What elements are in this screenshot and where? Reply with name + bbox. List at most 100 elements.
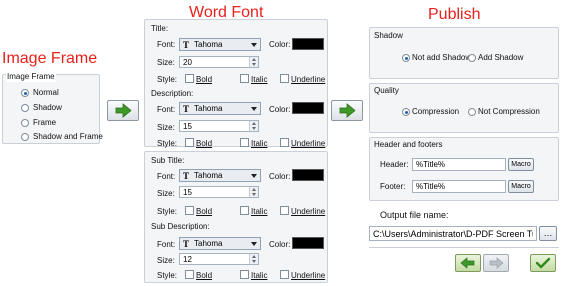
title-underline-checkbox[interactable] [280, 74, 289, 83]
footer-macro-button[interactable]: Macro [508, 180, 534, 193]
subtitle-underline-checkbox[interactable] [280, 206, 289, 215]
title-color-swatch[interactable] [292, 38, 324, 50]
title-size-stepper[interactable]: 20 [179, 56, 259, 68]
description-bold-checkbox[interactable] [185, 138, 194, 147]
spin-buttons[interactable] [249, 254, 258, 264]
green-left-arrow-icon [460, 257, 475, 269]
radio-shadow-and-frame[interactable] [21, 133, 29, 141]
spin-down-icon [252, 193, 256, 196]
footer-input[interactable]: %Title% [412, 180, 506, 193]
subdescription-style-label: Style: [157, 271, 178, 280]
chevron-down-icon [251, 43, 257, 47]
description-size-stepper[interactable]: 15 [179, 120, 259, 132]
radio-add-shadow[interactable] [468, 54, 476, 62]
truetype-icon: T [183, 40, 190, 50]
title-section-label: Title: [151, 24, 169, 33]
title-size-value: 20 [183, 58, 192, 67]
description-font-select[interactable]: T Tahoma [179, 102, 261, 115]
subtitle-color-label: Color: [269, 172, 291, 181]
subdescription-underline-checkbox[interactable] [280, 270, 289, 279]
spin-buttons[interactable] [249, 121, 258, 131]
description-style-label: Style: [157, 139, 178, 148]
description-color-label: Color: [269, 105, 291, 114]
radio-shadow[interactable] [21, 104, 29, 112]
spin-down-icon [252, 63, 256, 66]
forward-button-disabled[interactable] [483, 254, 509, 272]
subdescription-color-swatch[interactable] [292, 237, 324, 249]
option-normal-label: Normal [33, 88, 59, 97]
spin-buttons[interactable] [249, 57, 258, 67]
back-button[interactable] [455, 254, 481, 272]
image-frame-panel: Image Frame Normal Shadow Frame Shadow a… [2, 72, 103, 144]
description-color-swatch[interactable] [292, 102, 324, 114]
next-arrow-button[interactable] [107, 100, 139, 121]
finish-button[interactable] [530, 254, 556, 272]
radio-not-add-shadow[interactable] [402, 54, 410, 62]
subdescription-size-label: Size: [157, 256, 175, 265]
image-frame-heading: Image Frame [2, 50, 98, 67]
shadow-panel: Shadow Not add Shadow Add Shadow [369, 27, 559, 79]
description-italic-label: Italic [251, 139, 268, 148]
description-italic-checkbox[interactable] [240, 138, 249, 147]
subtitle-bold-label: Bold [196, 207, 213, 216]
radio-frame[interactable] [21, 119, 29, 127]
description-font-label: Font: [157, 105, 176, 114]
subtitle-italic-checkbox[interactable] [240, 206, 249, 215]
description-section-label: Description: [151, 89, 194, 98]
subtitle-font-value: Tahoma [194, 171, 223, 180]
green-right-arrow-icon [115, 103, 132, 118]
description-font-value: Tahoma [194, 104, 223, 113]
subdescription-italic-checkbox[interactable] [240, 270, 249, 279]
title-bold-checkbox[interactable] [185, 74, 194, 83]
subdescription-font-select[interactable]: T Tahoma [179, 237, 261, 250]
subdescription-section-label: Sub Description: [151, 222, 210, 231]
not-compression-label: Not Compression [478, 107, 540, 116]
title-italic-checkbox[interactable] [240, 74, 249, 83]
truetype-icon: T [183, 239, 190, 249]
bottom-divider [369, 247, 559, 248]
spin-up-icon [252, 122, 256, 125]
browse-button[interactable]: … [539, 226, 557, 241]
description-underline-checkbox[interactable] [280, 138, 289, 147]
subdescription-bold-checkbox[interactable] [185, 270, 194, 279]
subdescription-size-stepper[interactable]: 12 [179, 253, 259, 265]
spin-buttons[interactable] [249, 187, 258, 197]
radio-normal[interactable] [21, 89, 29, 97]
radio-compression[interactable] [402, 108, 410, 116]
header-macro-button[interactable]: Macro [508, 158, 534, 171]
subdescription-bold-label: Bold [196, 271, 213, 280]
output-file-input[interactable]: C:\Users\Administrator\D-PDF Screen Tuto… [369, 226, 537, 241]
subtitle-size-stepper[interactable]: 15 [179, 186, 259, 198]
subtitle-section-label: Sub Title: [151, 156, 185, 165]
footer-label: Footer: [380, 182, 406, 191]
title-font-select[interactable]: T Tahoma [179, 38, 261, 51]
subtitle-color-swatch[interactable] [292, 169, 324, 181]
title-italic-label: Italic [251, 75, 268, 84]
subtitle-font-select[interactable]: T Tahoma [179, 169, 261, 182]
subtitle-italic-label: Italic [251, 207, 268, 216]
title-style-label: Style: [157, 75, 178, 84]
footer-value: %Title% [416, 182, 446, 191]
subtitle-bold-checkbox[interactable] [185, 206, 194, 215]
green-check-icon [535, 257, 551, 269]
title-color-label: Color: [269, 40, 291, 49]
publish-arrow-button[interactable] [331, 100, 363, 121]
truetype-icon: T [183, 104, 190, 114]
chevron-down-icon [251, 174, 257, 178]
shadow-group-label: Shadow [374, 31, 403, 40]
add-shadow-label: Add Shadow [478, 53, 524, 62]
subdescription-color-label: Color: [269, 240, 291, 249]
not-add-shadow-label: Not add Shadow [412, 53, 472, 62]
title-underline-label: Underline [291, 75, 326, 84]
description-size-value: 15 [183, 122, 192, 131]
chevron-down-icon [251, 242, 257, 246]
description-size-label: Size: [157, 123, 175, 132]
output-file-label: Output file name: [380, 210, 449, 220]
title-font-label: Font: [157, 40, 176, 49]
header-input[interactable]: %Title% [412, 158, 506, 171]
chevron-down-icon [251, 107, 257, 111]
truetype-icon: T [183, 171, 190, 181]
subdescription-underline-label: Underline [291, 271, 326, 280]
radio-not-compression[interactable] [468, 108, 476, 116]
gray-right-arrow-icon [489, 257, 504, 269]
